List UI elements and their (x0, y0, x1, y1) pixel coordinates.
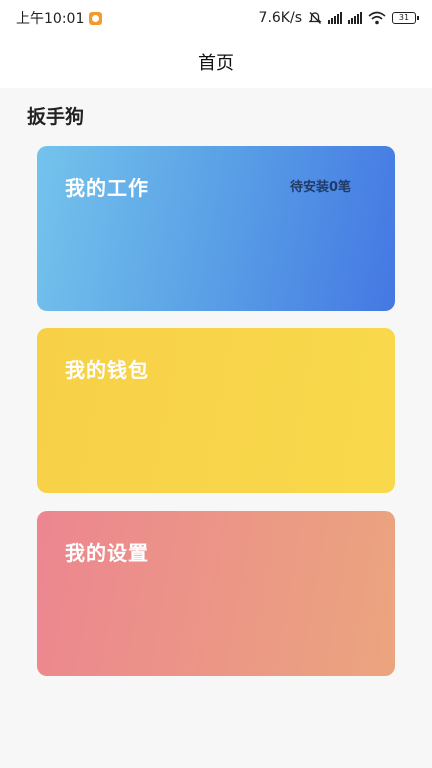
pending-install-count: 待安装0笔 (289, 180, 351, 195)
battery-icon: 31 (392, 12, 419, 24)
status-left: 上午10:01 (16, 8, 103, 28)
mute-bell-icon (308, 12, 322, 24)
my-work-card[interactable]: 我的工作 待安装0笔 (37, 146, 395, 311)
hd-signal-icon (348, 12, 362, 24)
signal-icon (328, 12, 342, 24)
page-title: 首页 (198, 53, 234, 74)
my-wallet-card[interactable]: 我的钱包 (37, 328, 395, 493)
my-settings-title: 我的设置 (65, 541, 149, 565)
my-wallet-title: 我的钱包 (65, 358, 149, 382)
status-right: 7.6K/s 31 (258, 10, 419, 26)
status-time: 上午10:01 (16, 11, 85, 27)
section-title: 扳手狗 (27, 106, 85, 128)
my-work-title: 我的工作 (65, 176, 149, 200)
nav-bar: 首页 (0, 36, 432, 88)
app-notification-icon (89, 11, 103, 25)
wifi-icon (368, 11, 386, 25)
status-bar: 上午10:01 7.6K/s 31 (0, 0, 432, 36)
my-settings-card[interactable]: 我的设置 (37, 511, 395, 676)
network-speed: 7.6K/s (258, 10, 302, 26)
